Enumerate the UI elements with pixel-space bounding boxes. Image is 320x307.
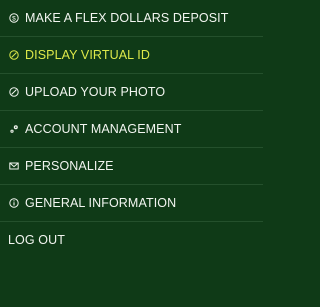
- menu-item-general-information[interactable]: GENERAL INFORMATION: [0, 185, 263, 222]
- menu-item-label: UPLOAD YOUR PHOTO: [25, 84, 166, 99]
- envelope-icon: [9, 161, 19, 171]
- menu-item-label: ACCOUNT MANAGEMENT: [25, 121, 182, 136]
- menu-item-flex-dollars-deposit[interactable]: $ MAKE A FLEX DOLLARS DEPOSIT: [0, 0, 263, 37]
- menu-item-upload-photo[interactable]: UPLOAD YOUR PHOTO: [0, 74, 263, 111]
- menu-item-personalize[interactable]: PERSONALIZE: [0, 148, 263, 185]
- menu-item-label: PERSONALIZE: [25, 158, 114, 173]
- menu-item-label: MAKE A FLEX DOLLARS DEPOSIT: [25, 10, 229, 25]
- dollar-circle-icon: $: [9, 13, 19, 23]
- menu-item-account-management[interactable]: ACCOUNT MANAGEMENT: [0, 111, 263, 148]
- side-menu: $ MAKE A FLEX DOLLARS DEPOSIT DISPLAY VI…: [0, 0, 263, 259]
- menu-item-display-virtual-id[interactable]: DISPLAY VIRTUAL ID: [0, 37, 263, 74]
- no-entry-circle-icon: [9, 87, 19, 97]
- svg-text:$: $: [12, 15, 16, 22]
- menu-item-log-out[interactable]: LOG OUT: [0, 222, 263, 259]
- info-circle-icon: [9, 198, 19, 208]
- menu-item-label: LOG OUT: [8, 233, 65, 248]
- menu-item-label: GENERAL INFORMATION: [25, 195, 177, 210]
- gears-icon: [9, 124, 19, 134]
- no-entry-circle-icon: [9, 50, 19, 60]
- menu-item-label: DISPLAY VIRTUAL ID: [25, 47, 150, 62]
